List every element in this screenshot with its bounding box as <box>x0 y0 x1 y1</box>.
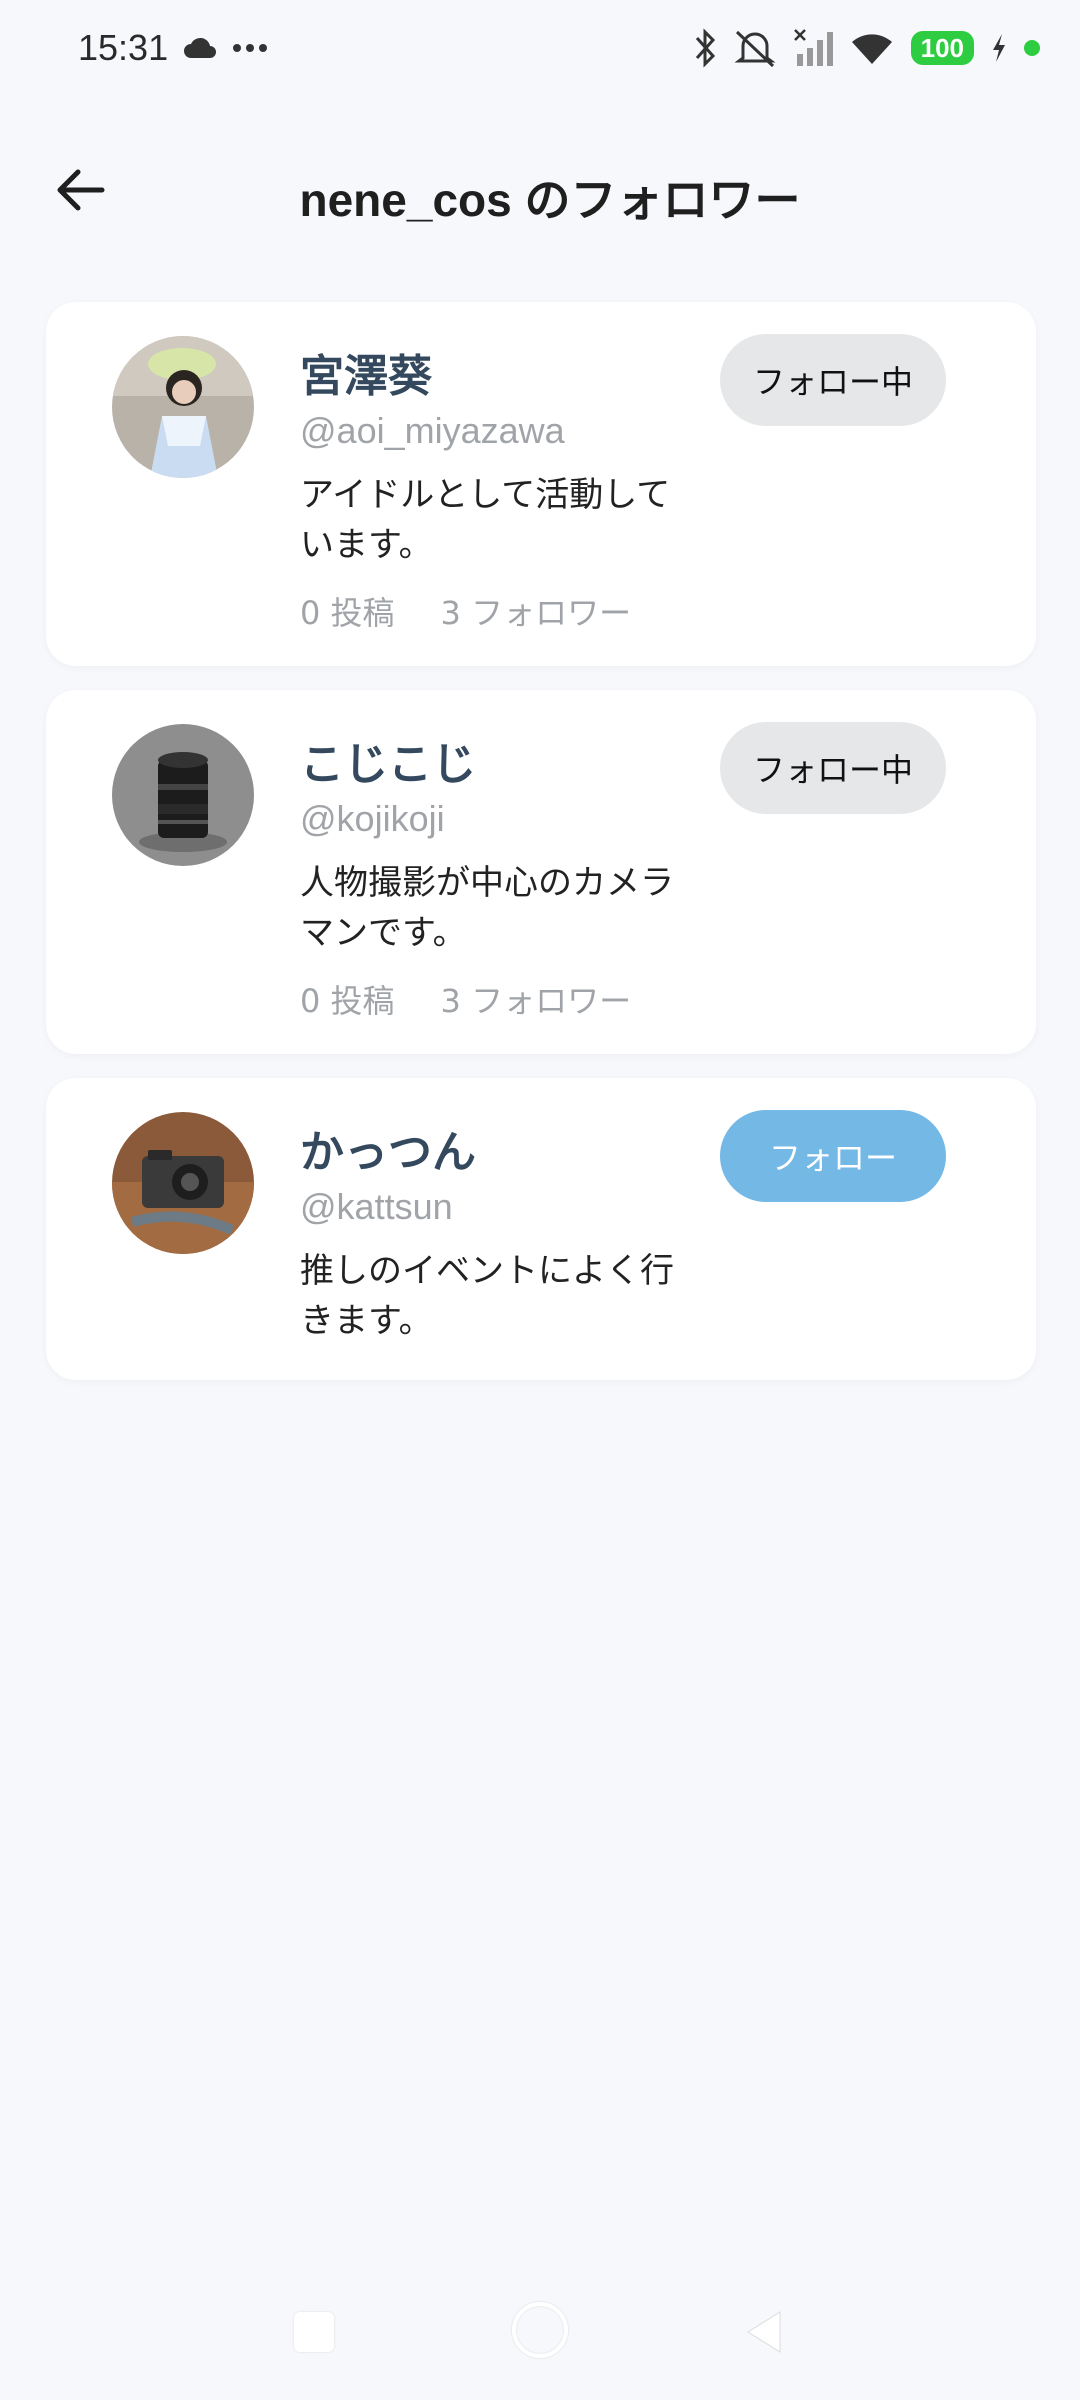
system-nav-bar <box>0 2290 1080 2380</box>
bluetooth-icon <box>695 28 715 68</box>
follower-stats: 0 投稿 3 フォロワー <box>300 976 631 1022</box>
page-title: nene_cos のフォロワー <box>299 174 801 226</box>
follower-count: 3 フォロワー <box>440 982 632 1020</box>
privacy-indicator-dot <box>1024 40 1040 56</box>
signal-icon <box>793 29 833 66</box>
follower-bio: 人物撮影が中心のカメラマンです。 <box>300 863 674 953</box>
follower-bio: アイドルとして活動しています。 <box>300 475 671 565</box>
wifi-icon <box>851 34 892 64</box>
bell-off-icon <box>734 30 776 68</box>
follower-card[interactable]: かっつん @kattsun 推しのイベントによく行きます。 フォロー <box>46 1078 1036 1380</box>
cloud-icon <box>184 37 217 58</box>
follower-card[interactable]: 宮澤葵 @aoi_miyazawa アイドルとして活動しています。 0 投稿 3… <box>46 302 1036 666</box>
follower-name[interactable]: こじこじ <box>300 728 476 792</box>
more-dots-icon <box>233 44 268 52</box>
following-button[interactable]: フォロー中 <box>720 334 946 426</box>
follower-count: 3 フォロワー <box>440 594 632 632</box>
follower-bio: 推しのイベントによく行きます。 <box>300 1251 674 1341</box>
avatar[interactable] <box>112 336 254 478</box>
following-button[interactable]: フォロー中 <box>720 722 946 814</box>
camera-lens-photo <box>112 724 254 866</box>
recents-button[interactable] <box>294 2312 334 2352</box>
avatar[interactable] <box>112 1112 254 1254</box>
camera-photo <box>112 1112 254 1254</box>
follower-name[interactable]: かっつん <box>300 1116 476 1180</box>
follower-handle: @aoi_miyazawa <box>300 410 565 451</box>
person-photo <box>112 336 254 478</box>
app-header: nene_cos のフォロワー <box>0 140 1080 240</box>
follower-card[interactable]: こじこじ @kojikoji 人物撮影が中心のカメラマンです。 0 投稿 3 フ… <box>46 690 1036 1054</box>
back-triangle-icon[interactable] <box>744 2308 784 2356</box>
battery-indicator: 100 <box>910 31 974 65</box>
follower-handle: @kojikoji <box>300 798 445 839</box>
follower-handle: @kattsun <box>300 1186 453 1227</box>
post-count: 0 投稿 <box>300 982 395 1020</box>
status-time: 15:31 <box>78 27 169 68</box>
avatar[interactable] <box>112 724 254 866</box>
post-count: 0 投稿 <box>300 594 395 632</box>
home-button[interactable] <box>512 2302 568 2358</box>
status-bar: 15:31 100 <box>0 0 1080 96</box>
follow-button[interactable]: フォロー <box>720 1110 946 1202</box>
charging-icon <box>993 34 1005 62</box>
follower-name[interactable]: 宮澤葵 <box>300 340 432 404</box>
follower-stats: 0 投稿 3 フォロワー <box>300 588 631 634</box>
followers-list: 宮澤葵 @aoi_miyazawa アイドルとして活動しています。 0 投稿 3… <box>46 302 1036 1404</box>
